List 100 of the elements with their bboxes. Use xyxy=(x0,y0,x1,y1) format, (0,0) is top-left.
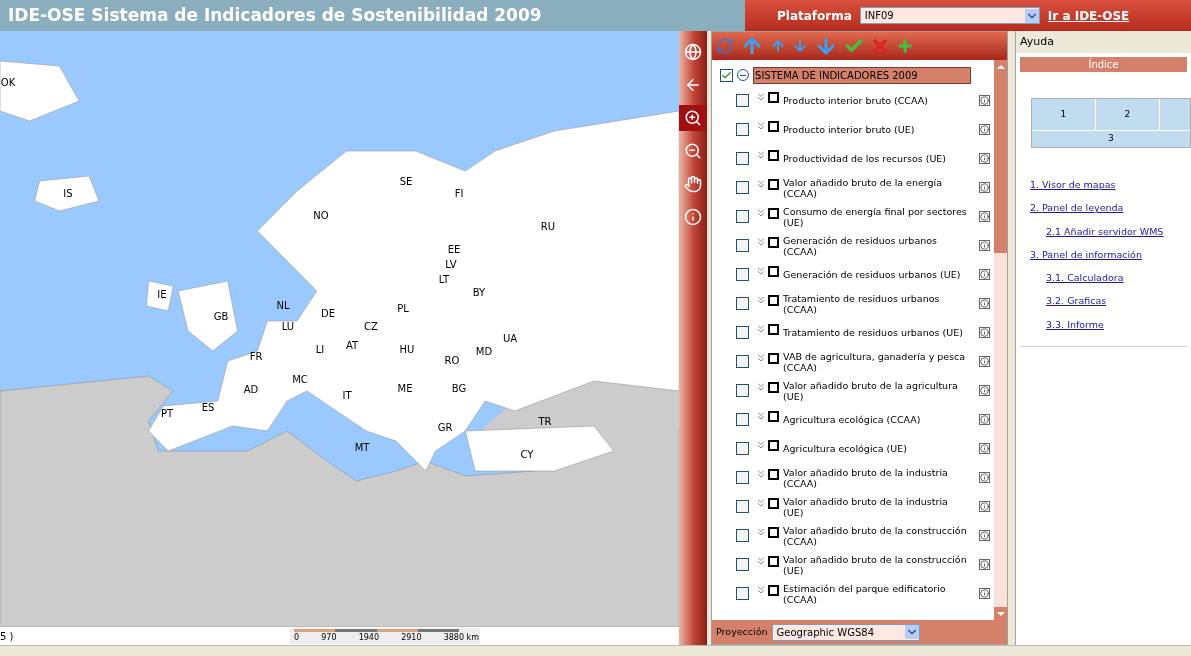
metadata-icon[interactable] xyxy=(768,121,780,132)
info-icon[interactable] xyxy=(979,356,991,367)
layer-label[interactable]: Valor añadido bruto de la construcción (UE) xyxy=(783,553,969,576)
app-title: IDE-OSE Sistema de Indicadores de Sostenibilidad 2009 xyxy=(8,3,542,27)
add-icon[interactable] xyxy=(896,37,915,55)
layer-label[interactable]: Agricultura ecológica (CCAA) xyxy=(783,414,969,425)
metadata-icon[interactable] xyxy=(768,527,780,538)
metadata-icon[interactable] xyxy=(768,295,780,306)
country-label: EE xyxy=(447,242,461,257)
country-label: BG xyxy=(451,381,467,396)
help-link[interactable]: 2. Panel de leyenda xyxy=(1030,201,1191,216)
metadata-icon[interactable] xyxy=(768,208,780,219)
layer-checkbox[interactable] xyxy=(736,181,750,194)
projection-select[interactable]: Geographic WGS84 xyxy=(771,623,920,641)
layer-checkbox[interactable] xyxy=(736,384,750,397)
layer-checkbox[interactable] xyxy=(736,326,750,339)
layer-label[interactable]: Valor añadido bruto de la energía (CCAA) xyxy=(783,176,969,199)
country-label: FI xyxy=(454,186,464,201)
layer-checkbox[interactable] xyxy=(736,268,750,281)
info-icon[interactable] xyxy=(979,588,991,599)
info-icon[interactable] xyxy=(979,95,991,106)
help-link[interactable]: 3.2. Graficas xyxy=(1046,294,1191,309)
layer-checkbox[interactable] xyxy=(736,442,750,455)
metadata-icon[interactable] xyxy=(768,92,780,103)
metadata-icon[interactable] xyxy=(768,353,780,364)
layer-checkbox[interactable] xyxy=(736,152,750,165)
metadata-icon[interactable] xyxy=(768,556,780,567)
metadata-icon[interactable] xyxy=(768,179,780,190)
info-icon[interactable] xyxy=(979,269,991,280)
metadata-icon[interactable] xyxy=(768,150,780,161)
metadata-icon[interactable] xyxy=(768,585,780,596)
layer-checkbox[interactable] xyxy=(736,587,750,600)
layer-label[interactable]: Valor añadido bruto de la agricultura (UE) xyxy=(783,379,969,402)
country-label: ME xyxy=(397,381,413,396)
help-link[interactable]: 3.3. Informe xyxy=(1046,317,1191,332)
zoom-in-icon xyxy=(684,109,703,127)
layer-label[interactable]: Tratamiento de residuos urbanos (UE) xyxy=(783,327,969,338)
root-checkbox[interactable] xyxy=(720,68,734,82)
layer-label[interactable]: Valor añadido bruto de la industria (CCAA) xyxy=(783,466,969,489)
layer-checkbox[interactable] xyxy=(736,413,750,426)
layer-checkbox[interactable] xyxy=(736,239,750,252)
zoomin-tool[interactable] xyxy=(679,105,708,131)
help-link[interactable]: 3.1. Calculadora xyxy=(1046,271,1191,286)
layer-checkbox[interactable] xyxy=(736,297,750,310)
grid-cell: 2 xyxy=(1096,99,1160,131)
layer-checkbox[interactable] xyxy=(736,210,750,223)
country-label: MD xyxy=(475,344,493,359)
layer-label[interactable]: Consumo de energía final por sectores (UE) xyxy=(783,205,969,228)
metadata-icon[interactable] xyxy=(768,498,780,509)
info-icon[interactable] xyxy=(979,501,991,512)
info-icon[interactable] xyxy=(979,327,991,338)
layer-checkbox[interactable] xyxy=(736,471,750,484)
layer-label[interactable]: Producto interior bruto (UE) xyxy=(783,124,969,135)
info-icon[interactable] xyxy=(979,385,991,396)
info-icon[interactable] xyxy=(979,182,991,193)
ide-ose-link[interactable]: Ir a IDE-OSE xyxy=(1047,6,1130,25)
country-label: RU xyxy=(540,219,556,234)
layer-checkbox[interactable] xyxy=(736,529,750,542)
info-icon[interactable] xyxy=(979,443,991,454)
root-layer-label[interactable]: SISTEMA DE INDICADORES 2009 xyxy=(753,66,972,84)
help-link[interactable]: 1. Visor de mapas xyxy=(1030,178,1191,193)
info-icon[interactable] xyxy=(979,153,991,164)
country-label: PT xyxy=(160,406,174,421)
help-link[interactable]: 2.1 Añadir servidor WMS xyxy=(1046,224,1191,239)
metadata-icon[interactable] xyxy=(768,469,780,480)
layer-checkbox[interactable] xyxy=(736,94,750,107)
country-label: GB xyxy=(213,309,229,324)
layer-label[interactable]: Generación de residuos urbanos (UE) xyxy=(783,269,969,280)
metadata-icon[interactable] xyxy=(768,237,780,248)
grid-cell: 1 xyxy=(1032,99,1096,131)
layer-checkbox[interactable] xyxy=(736,355,750,368)
info-icon[interactable] xyxy=(979,124,991,135)
country-label: LU xyxy=(281,319,295,334)
layer-label[interactable]: VAB de agricultura, ganadería y pesca (CCAA) xyxy=(783,350,969,373)
layer-label[interactable]: Valor añadido bruto de la construcción (CCAA) xyxy=(783,524,969,547)
metadata-icon[interactable] xyxy=(768,411,780,422)
metadata-icon[interactable] xyxy=(768,382,780,393)
metadata-icon[interactable] xyxy=(768,266,780,277)
metadata-icon[interactable] xyxy=(768,440,780,451)
layer-checkbox[interactable] xyxy=(736,123,750,136)
layer-label[interactable]: Tratamiento de residuos urbanos (CCAA) xyxy=(783,292,969,315)
layer-label[interactable]: Valor añadido bruto de la industria (UE) xyxy=(783,495,969,518)
info-icon[interactable] xyxy=(979,211,991,222)
layer-label[interactable]: Generación de residuos urbanos (CCAA) xyxy=(783,234,969,257)
layer-label[interactable]: Estimación del parque edificatorio (CCAA) xyxy=(783,582,969,605)
scrollbar[interactable] xyxy=(994,60,1008,620)
info-icon[interactable] xyxy=(979,414,991,425)
platform-select[interactable]: INF09 xyxy=(859,7,1040,24)
layer-checkbox[interactable] xyxy=(736,558,750,571)
layer-label[interactable]: Productividad de los recursos (UE) xyxy=(783,153,969,164)
layer-label[interactable]: Agricultura ecológica (UE) xyxy=(783,443,969,454)
layer-checkbox[interactable] xyxy=(736,500,750,513)
help-link[interactable]: 3. Panel de información xyxy=(1030,247,1191,262)
info-icon[interactable] xyxy=(979,530,991,541)
metadata-icon[interactable] xyxy=(768,324,780,335)
layer-label[interactable]: Producto interior bruto (CCAA) xyxy=(783,95,969,106)
info-icon[interactable] xyxy=(979,298,991,309)
info-icon[interactable] xyxy=(979,472,991,483)
info-icon[interactable] xyxy=(979,240,991,251)
info-icon[interactable] xyxy=(979,559,991,570)
